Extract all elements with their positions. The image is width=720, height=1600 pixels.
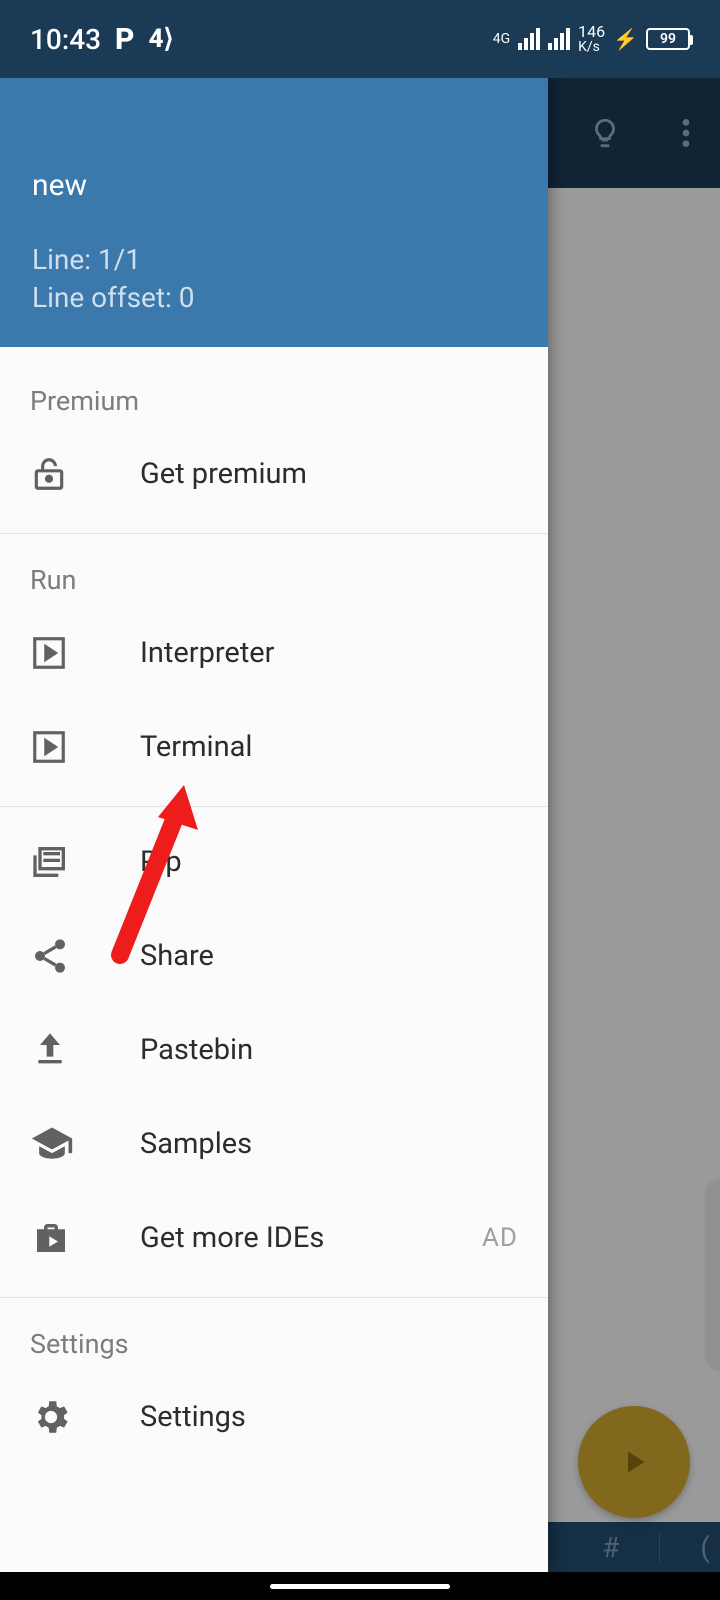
signal-icon-2 [548,28,570,50]
status-bar: 10:43 P 4⟩ 4G 146 K/s ⚡ 99 [0,0,720,78]
section-settings-label: Settings [0,1298,548,1370]
home-indicator[interactable] [270,1584,450,1589]
item-settings[interactable]: Settings [0,1370,548,1464]
share-icon [30,936,90,976]
system-nav-bar [0,1572,720,1600]
item-label: Interpreter [140,636,275,670]
item-label: Get more IDEs [140,1221,324,1255]
item-terminal[interactable]: Terminal [0,700,548,794]
ad-badge: AD [482,1223,518,1253]
section-premium-label: Premium [0,355,548,427]
net-speed-value: 146 [578,24,605,40]
item-label: Pastebin [140,1033,253,1067]
item-interpreter[interactable]: Interpreter [0,606,548,700]
item-more-ides[interactable]: Get more IDEs AD [0,1191,548,1285]
app-notif-p-icon: P [115,22,134,57]
play-box-icon [30,634,90,672]
app-notif-4d-icon: 4⟩ [149,24,174,54]
item-pastebin[interactable]: Pastebin [0,1003,548,1097]
section-run-label: Run [0,534,548,606]
item-label: Samples [140,1127,252,1161]
play-box-icon [30,728,90,766]
item-label: Settings [140,1400,246,1434]
briefcase-play-icon [30,1217,90,1259]
item-pip[interactable]: Pip [0,815,548,909]
drawer-file-title: new [32,168,516,203]
item-samples[interactable]: Samples [0,1097,548,1191]
item-label: Share [140,939,214,973]
upload-icon [30,1030,90,1070]
charging-icon: ⚡ [613,27,638,51]
item-label: Get premium [140,457,307,491]
item-label: Pip [140,845,182,879]
item-label: Terminal [140,730,252,764]
network-type-label: 4G [493,32,510,46]
nav-drawer: new Line: 1/1 Line offset: 0 Premium Get… [0,78,548,1572]
drawer-offset-info: Line offset: 0 [32,279,516,317]
gear-icon [30,1396,90,1438]
drawer-line-info: Line: 1/1 [32,241,516,279]
item-get-premium[interactable]: Get premium [0,427,548,521]
clock: 10:43 [30,23,101,56]
school-icon [30,1122,90,1166]
library-icon [30,842,90,882]
unlock-icon [30,455,90,493]
signal-icon [518,28,540,50]
item-share[interactable]: Share [0,909,548,1003]
drawer-header: new Line: 1/1 Line offset: 0 [0,78,548,347]
net-speed-unit: K/s [578,40,600,54]
battery-icon: 99 [646,28,690,50]
